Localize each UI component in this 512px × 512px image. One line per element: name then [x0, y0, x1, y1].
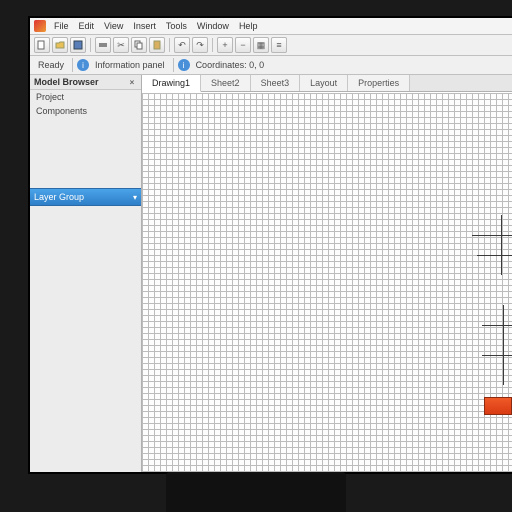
info-icon[interactable]: i — [178, 59, 190, 71]
canvas-area: Drawing1 Sheet2 Sheet3 Layout Properties — [142, 75, 512, 472]
separator — [169, 38, 170, 52]
sidebar-item-components[interactable]: Components — [30, 104, 141, 118]
sidebar-spacer — [30, 118, 141, 188]
copy-icon[interactable] — [131, 37, 147, 53]
close-icon[interactable]: × — [127, 77, 137, 87]
main-toolbar: ✂ ↶ ↷ + − ▦ ≡ — [30, 35, 512, 56]
info-icon[interactable]: i — [77, 59, 89, 71]
app-icon — [34, 20, 46, 32]
tab-properties[interactable]: Properties — [348, 75, 410, 91]
monitor-stand — [166, 472, 346, 512]
separator — [173, 58, 174, 72]
menu-edit[interactable]: Edit — [75, 20, 99, 32]
sidebar-dropdown[interactable]: Layer Group ▾ — [30, 188, 141, 206]
open-icon[interactable] — [52, 37, 68, 53]
redo-icon[interactable]: ↷ — [192, 37, 208, 53]
new-icon[interactable] — [34, 37, 50, 53]
tab-layout[interactable]: Layout — [300, 75, 348, 91]
tab-sheet2[interactable]: Sheet2 — [201, 75, 251, 91]
sidebar-item-project[interactable]: Project — [30, 90, 141, 104]
menu-file[interactable]: File — [50, 20, 73, 32]
info-label-1: Information panel — [91, 60, 169, 70]
zoom-in-icon[interactable]: + — [217, 37, 233, 53]
separator — [72, 58, 73, 72]
info-toolbar: Ready i Information panel i Coordinates:… — [30, 56, 512, 75]
menu-window[interactable]: Window — [193, 20, 233, 32]
drawing-grid[interactable] — [142, 93, 512, 472]
separator — [90, 38, 91, 52]
zoom-out-icon[interactable]: − — [235, 37, 251, 53]
grid-icon[interactable]: ▦ — [253, 37, 269, 53]
chevron-down-icon: ▾ — [133, 193, 137, 202]
tabstrip: Drawing1 Sheet2 Sheet3 Layout Properties — [142, 75, 512, 92]
menu-tools[interactable]: Tools — [162, 20, 191, 32]
save-icon[interactable] — [70, 37, 86, 53]
print-icon[interactable] — [95, 37, 111, 53]
tab-sheet3[interactable]: Sheet3 — [251, 75, 301, 91]
undo-icon[interactable]: ↶ — [174, 37, 190, 53]
cut-icon[interactable]: ✂ — [113, 37, 129, 53]
layers-icon[interactable]: ≡ — [271, 37, 287, 53]
sidebar: Model Browser × Project Components Layer… — [30, 75, 142, 472]
tab-drawing1[interactable]: Drawing1 — [142, 75, 201, 92]
info-label-2: Coordinates: 0, 0 — [192, 60, 269, 70]
status-label: Ready — [34, 60, 68, 70]
sidebar-bottom — [30, 206, 141, 472]
paste-icon[interactable] — [149, 37, 165, 53]
app-window: File Edit View Insert Tools Window Help … — [30, 18, 512, 472]
sidebar-dropdown-label: Layer Group — [34, 192, 84, 202]
content-area: Model Browser × Project Components Layer… — [30, 75, 512, 472]
menubar: File Edit View Insert Tools Window Help — [30, 18, 512, 35]
menu-insert[interactable]: Insert — [129, 20, 160, 32]
menu-help[interactable]: Help — [235, 20, 262, 32]
sidebar-header: Model Browser × — [30, 75, 141, 90]
separator — [212, 38, 213, 52]
sidebar-title: Model Browser — [34, 77, 99, 87]
menu-view[interactable]: View — [100, 20, 127, 32]
